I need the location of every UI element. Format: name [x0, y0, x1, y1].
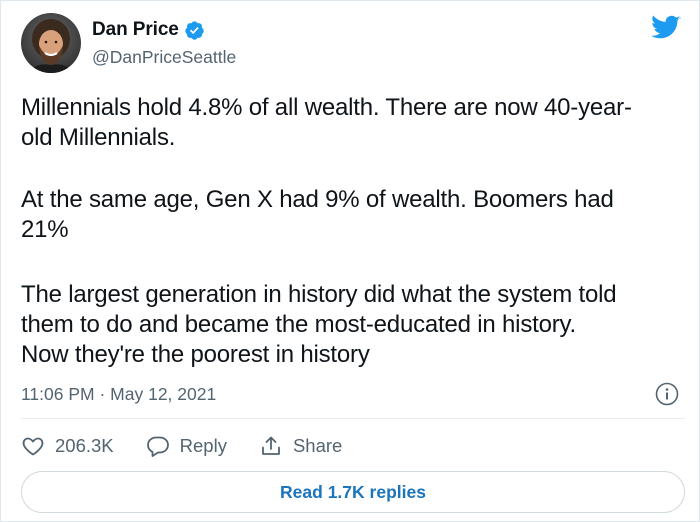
tweet-card: Dan Price @DanPriceSeattle Millennials h… — [0, 0, 700, 522]
reply-label: Reply — [179, 435, 227, 456]
divider — [21, 418, 685, 419]
tweet-paragraph-2: At the same age, Gen X had 9% of wealth.… — [21, 185, 691, 245]
tweet-paragraph-1: Millennials hold 4.8% of all wealth. The… — [21, 93, 691, 153]
tweet-meta: 11:06 PM · May 12, 2021 — [21, 382, 681, 406]
tweet-paragraph-3: The largest generation in history did wh… — [21, 280, 691, 370]
tweet-line: At the same age, Gen X had 9% of wealth.… — [21, 186, 614, 213]
share-icon — [262, 436, 280, 455]
twitter-bird-icon[interactable] — [651, 15, 681, 41]
share-button[interactable]: Share — [259, 434, 342, 458]
tweet-line: The largest generation in history did wh… — [21, 281, 617, 308]
tweet-actions: 206.3K Reply Share — [21, 433, 374, 459]
name-row: Dan Price — [92, 18, 236, 42]
tweet-line: old Millennials. — [21, 124, 176, 151]
verified-badge-icon — [184, 20, 205, 41]
avatar[interactable] — [21, 13, 81, 73]
user-handle[interactable]: @DanPriceSeattle — [92, 47, 236, 68]
share-label: Share — [292, 435, 343, 456]
heart-icon — [22, 437, 44, 456]
display-name[interactable]: Dan Price — [92, 19, 179, 41]
tweet-line: Now they're the poorest in history — [21, 341, 370, 368]
reply-icon — [146, 436, 169, 457]
user-names: Dan Price @DanPriceSeattle — [92, 18, 236, 68]
reply-button[interactable]: Reply — [146, 434, 227, 458]
like-button[interactable]: 206.3K — [21, 434, 114, 458]
like-count: 206.3K — [55, 435, 114, 456]
read-replies-button[interactable]: Read 1.7K replies — [21, 471, 685, 513]
tweet-line: Millennials hold 4.8% of all wealth. The… — [21, 94, 632, 121]
tweet-line: them to do and became the most-educated … — [21, 311, 577, 338]
info-icon[interactable] — [655, 382, 679, 406]
tweet-timestamp[interactable]: 11:06 PM · May 12, 2021 — [21, 384, 216, 405]
tweet-header: Dan Price @DanPriceSeattle — [21, 13, 236, 73]
tweet-line: 21% — [21, 216, 69, 243]
